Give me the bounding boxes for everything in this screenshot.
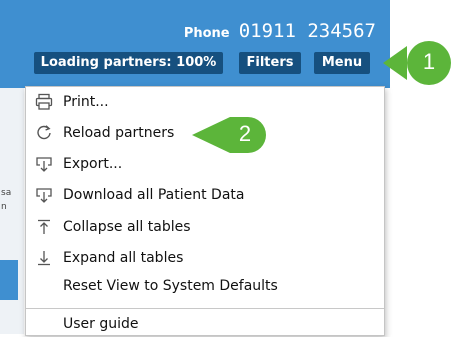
collapse-icon (35, 218, 53, 236)
expand-icon (35, 249, 53, 267)
callout-2: 2 (190, 113, 270, 157)
menu-separator (26, 308, 384, 309)
download-icon (35, 186, 53, 204)
menu-item-label: Download all Patient Data (63, 187, 245, 203)
callout-number: 1 (422, 49, 436, 74)
menu-item-label: Collapse all tables (63, 219, 191, 235)
filters-button[interactable]: Filters (239, 52, 301, 74)
background-bar (0, 260, 18, 300)
phone-info: Phone 01911 234567 (184, 20, 376, 42)
menu-item-collapse-all-tables[interactable]: Collapse all tables (26, 214, 384, 240)
menu-item-label: Print... (63, 94, 109, 110)
background-fragment: sa (1, 188, 12, 198)
phone-label: Phone (183, 26, 230, 41)
menu-item-user-guide[interactable]: User guide (26, 311, 384, 337)
reload-icon (35, 124, 53, 142)
loading-partners-button[interactable]: Loading partners: 100% (34, 52, 223, 74)
callout-1: 1 (381, 40, 453, 86)
menu-item-label: Reload partners (63, 125, 175, 141)
menu-item-label: Export... (63, 156, 123, 172)
menu-item-print[interactable]: Print... (26, 89, 384, 115)
printer-icon (35, 93, 53, 111)
menu-item-reset-view[interactable]: Reset View to System Defaults (26, 273, 384, 299)
menu-item-label: User guide (63, 316, 139, 332)
phone-number[interactable]: 01911 234567 (239, 20, 376, 42)
background-fragment: n (1, 202, 7, 212)
menu-item-label: Expand all tables (63, 250, 184, 266)
menu-item-label: Reset View to System Defaults (63, 278, 278, 294)
menu-button[interactable]: Menu (314, 52, 370, 74)
menu-item-expand-all-tables[interactable]: Expand all tables (26, 245, 384, 271)
menu-item-download-all-patient-data[interactable]: Download all Patient Data (26, 182, 384, 208)
export-icon (35, 155, 53, 173)
header-bar: Phone 01911 234567 Loading partners: 100… (0, 0, 390, 88)
callout-number: 2 (238, 121, 252, 146)
background-page: sa n (0, 88, 24, 334)
